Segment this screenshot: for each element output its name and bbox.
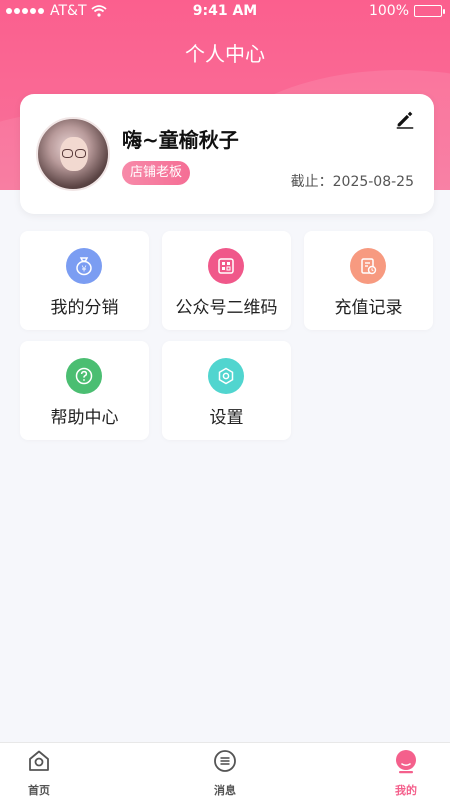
record-icon	[350, 248, 386, 284]
battery-status: 100%	[368, 3, 445, 19]
menu-item-label: 设置	[209, 408, 244, 428]
tab-profile[interactable]: 我的	[376, 748, 436, 798]
profile-icon	[396, 750, 416, 774]
menu-item-label: 我的分销	[50, 298, 119, 318]
settings-icon	[208, 358, 244, 394]
menu-item-distribution[interactable]: ¥ 我的分销	[20, 231, 149, 330]
avatar[interactable]	[36, 117, 110, 191]
tab-bar: 首页 消息 我的	[0, 742, 450, 800]
qrcode-icon	[208, 248, 244, 284]
user-name: 嗨~童榆秋子	[122, 128, 239, 152]
menu-item-settings[interactable]: 设置	[162, 341, 291, 440]
svg-text:¥: ¥	[81, 265, 86, 274]
battery-percent: 100%	[368, 3, 409, 19]
menu-item-label: 公众号二维码	[175, 298, 278, 318]
expiry-date: 截止：2025-08-25	[290, 174, 414, 190]
role-badge: 店铺老板	[122, 161, 191, 185]
menu-item-label: 充值记录	[334, 298, 403, 318]
tab-label: 我的	[395, 784, 417, 797]
edit-icon[interactable]	[394, 108, 416, 130]
tab-home[interactable]: 首页	[9, 748, 69, 798]
tab-label: 首页	[28, 784, 50, 797]
help-icon	[66, 358, 102, 394]
money-bag-icon: ¥	[66, 248, 102, 284]
profile-card: 嗨~童榆秋子 店铺老板 截止：2025-08-25	[20, 94, 434, 214]
page-title: 个人中心	[185, 42, 265, 66]
tab-messages[interactable]: 消息	[195, 748, 255, 798]
menu-item-recharge-record[interactable]: 充值记录	[304, 231, 433, 330]
home-icon	[29, 750, 49, 771]
menu-item-help[interactable]: 帮助中心	[20, 341, 149, 440]
message-icon	[214, 750, 236, 772]
menu-item-qrcode[interactable]: 公众号二维码	[162, 231, 291, 330]
menu-item-label: 帮助中心	[50, 408, 119, 428]
tab-label: 消息	[214, 784, 236, 797]
battery-icon	[414, 5, 445, 17]
status-bar: AT&T 9:41 AM 100%	[0, 0, 450, 24]
